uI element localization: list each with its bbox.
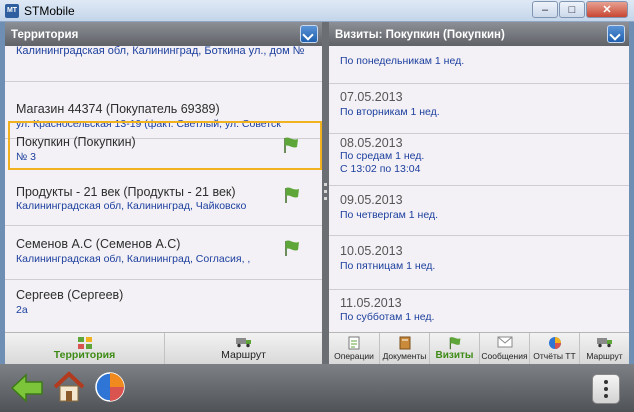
tab-territory[interactable]: Территория <box>5 333 165 364</box>
more-menu-button[interactable] <box>592 374 620 404</box>
home-icon[interactable] <box>52 370 86 404</box>
tab-reports-label: Отчёты ТТ <box>533 351 576 361</box>
tab-territory-label: Территория <box>53 349 116 361</box>
visit-schedule: По пятницам 1 нед. <box>340 260 436 272</box>
more-vertical-icon <box>604 380 608 398</box>
territory-header: Территория <box>5 22 322 46</box>
tab-route[interactable]: Маршрут <box>165 333 322 364</box>
outlet-name: Сергеев (Сергеев) <box>16 288 124 302</box>
documents-icon <box>399 336 410 350</box>
tab-operations[interactable]: Операции <box>329 333 380 364</box>
panel-splitter[interactable] <box>322 22 329 364</box>
visit-row[interactable]: 10.05.2013 По пятницам 1 нед. <box>329 236 629 290</box>
tab-route-right-label: Маршрут <box>586 351 623 361</box>
messages-icon <box>497 336 512 348</box>
visits-header-title: Визиты: Покупкин (Покупкин) <box>335 29 505 41</box>
tab-messages[interactable]: Сообщения <box>480 333 530 364</box>
territory-tabbar: Территория Маршрут <box>5 332 322 364</box>
territory-header-title: Территория <box>11 29 79 41</box>
visit-schedule: По вторникам 1 нед. <box>340 106 440 118</box>
tab-route-label: Маршрут <box>221 349 266 361</box>
operations-icon <box>348 336 360 350</box>
app-logo-icon: MT <box>5 4 19 18</box>
tab-visits[interactable]: Визиты <box>430 333 480 364</box>
reports-pie-icon <box>548 337 561 349</box>
window-controls: – □ ✕ <box>531 1 628 19</box>
list-item[interactable]: Продукты - 21 век (Продукты - 21 век) Ка… <box>5 172 322 226</box>
tab-operations-label: Операции <box>334 351 374 361</box>
visit-date: 11.05.2013 <box>340 296 402 310</box>
visits-header: Визиты: Покупкин (Покупкин) <box>329 22 629 46</box>
visit-schedule: По субботам 1 нед. <box>340 311 435 323</box>
outlet-address: 2а <box>16 304 28 316</box>
visit-time: С 13:02 по 13:04 <box>340 163 421 175</box>
splitter-grip <box>324 190 327 193</box>
maximize-button[interactable]: □ <box>559 1 585 18</box>
visit-date: 08.05.2013 <box>340 136 403 150</box>
tab-visits-label: Визиты <box>435 350 474 361</box>
territory-dropdown-button[interactable] <box>300 25 318 43</box>
visit-date: 10.05.2013 <box>340 244 403 258</box>
list-item[interactable]: Калининградская обл, Калининград, Боткин… <box>5 45 322 82</box>
outlet-address: Калининградская обл, Калининград, Соглас… <box>16 253 251 265</box>
visit-schedule: По средам 1 нед. <box>340 150 425 162</box>
visit-date: 07.05.2013 <box>340 90 403 104</box>
territory-panel: Территория Калининградская обл, Калининг… <box>5 22 322 364</box>
visits-flag-icon <box>449 337 460 350</box>
close-button[interactable]: ✕ <box>586 1 628 18</box>
route-truck-icon <box>235 338 251 348</box>
visit-schedule: По четвергам 1 нед. <box>340 209 438 221</box>
visit-row[interactable]: 09.05.2013 По четвергам 1 нед. <box>329 186 629 236</box>
back-arrow-icon[interactable] <box>10 372 44 404</box>
outlet-name: Семенов А.С (Семенов А.С) <box>16 237 181 251</box>
tab-messages-label: Сообщения <box>481 351 528 361</box>
territory-icon <box>77 337 92 349</box>
tab-documents-label: Документы <box>382 351 427 361</box>
window-title: STMobile <box>24 4 75 18</box>
visits-panel: Визиты: Покупкин (Покупкин) По понедельн… <box>329 22 629 364</box>
visits-dropdown-button[interactable] <box>607 25 625 43</box>
tab-reports[interactable]: Отчёты ТТ <box>530 333 580 364</box>
splitter-grip <box>324 197 327 200</box>
tab-route-right[interactable]: Маршрут <box>580 333 629 364</box>
outlet-address: Калининградская обл, Калининград, Чайков… <box>16 200 247 212</box>
list-item[interactable]: Семенов А.С (Семенов А.С) Калининградска… <box>5 226 322 280</box>
list-item-selected[interactable]: Покупкин (Покупкин) № 3 <box>8 121 322 170</box>
visit-schedule: По понедельникам 1 нед. <box>340 55 465 67</box>
bottom-toolbar <box>0 364 634 412</box>
visit-row[interactable]: 08.05.2013 По средам 1 нед. С 13:02 по 1… <box>329 134 629 186</box>
route-truck-icon <box>596 338 612 348</box>
visit-flag-icon <box>285 187 299 203</box>
visit-flag-icon <box>285 240 299 256</box>
outlet-address: № 3 <box>16 151 37 163</box>
visit-row[interactable]: По понедельникам 1 нед. <box>329 46 629 84</box>
outlet-name: Продукты - 21 век (Продукты - 21 век) <box>16 185 236 199</box>
outlet-name: Покупкин (Покупкин) <box>16 135 136 149</box>
visit-row[interactable]: 07.05.2013 По вторникам 1 нед. <box>329 84 629 134</box>
list-item[interactable]: Сергеев (Сергеев) 2а <box>5 280 322 333</box>
visit-row[interactable]: 11.05.2013 По субботам 1 нед. <box>329 290 629 333</box>
outlet-address: Калининградская обл, Калининград, Боткин… <box>16 45 305 57</box>
outlet-name: Магазин 44374 (Покупатель 69389) <box>16 102 220 116</box>
visit-flag-icon <box>284 137 298 153</box>
reports-pie-icon[interactable] <box>94 371 126 403</box>
splitter-grip <box>324 183 327 186</box>
visit-date: 09.05.2013 <box>340 193 403 207</box>
minimize-button[interactable]: – <box>532 1 558 18</box>
visits-tabbar: Операции Документы Визиты Сообщения Отчё… <box>329 332 629 364</box>
tab-documents[interactable]: Документы <box>380 333 430 364</box>
